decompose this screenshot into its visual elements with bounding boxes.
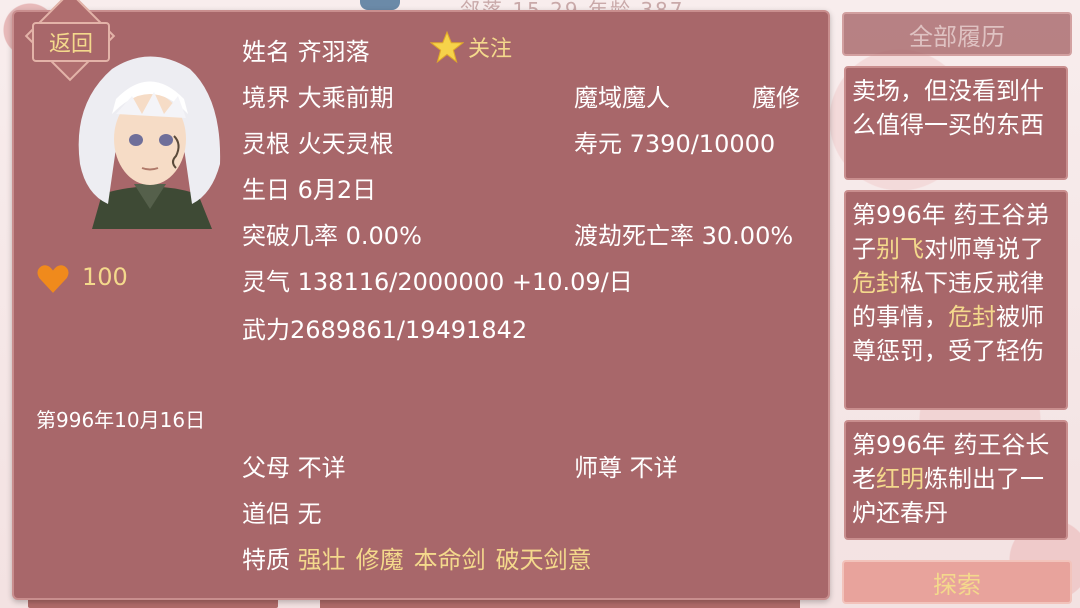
trait-item[interactable]: 修魔: [356, 546, 404, 574]
birthday-label: 生日: [242, 176, 290, 204]
birthday-value: 6月2日: [297, 176, 377, 204]
follow-label: 关注: [468, 37, 513, 62]
log-text: 对师尊说了: [924, 235, 1044, 263]
breakthrough-row: 突破几率 0.00%: [242, 216, 422, 251]
partner-label: 道侣: [242, 500, 290, 528]
qi-row: 灵气 138116/2000000 +10.09/日: [242, 262, 633, 297]
background-avatar: [360, 0, 400, 10]
current-date: 第996年10月16日: [36, 408, 206, 432]
root-value: 火天灵根: [297, 130, 394, 158]
log-entry: 第996年 药王谷长老红明炼制出了一炉还春丹: [844, 420, 1068, 540]
log-person-link[interactable]: 红明: [876, 465, 924, 493]
all-history-button[interactable]: 全部履历: [842, 12, 1072, 56]
back-button[interactable]: 返回: [32, 22, 110, 62]
log-person-link[interactable]: 别飞: [876, 235, 924, 263]
star-icon: [430, 30, 464, 64]
traits-row: 特质 强壮 修魔 本命剑 破天剑意: [242, 540, 602, 575]
log-person-link[interactable]: 危封: [948, 303, 996, 331]
path-value: 魔修: [752, 84, 800, 112]
realm-label: 境界: [242, 84, 290, 112]
root-row: 灵根 火天灵根: [242, 124, 394, 159]
power-row: 武力2689861/19491842: [242, 310, 527, 345]
character-portrait: [78, 56, 221, 229]
log-entry: 卖场，但没看到什么值得一买的东西: [844, 66, 1068, 180]
partner-row: 道侣 无: [242, 494, 322, 529]
favor-value: 100: [82, 263, 128, 291]
trait-item[interactable]: 本命剑: [414, 546, 486, 574]
follow-button[interactable]: 关注: [430, 30, 512, 64]
tribulation-row: 渡劫死亡率 30.00%: [574, 216, 793, 251]
master-row: 师尊 不详: [574, 448, 678, 483]
name-row: 姓名 齐羽落: [242, 32, 370, 67]
tribulation-label: 渡劫死亡率: [574, 222, 694, 250]
lifespan-value: 7390/10000: [629, 130, 776, 158]
lifespan-label: 寿元: [574, 130, 622, 158]
log-entry: 第996年 药王谷弟子别飞对师尊说了危封私下违反戒律的事情，危封被师尊惩罚，受了…: [844, 190, 1068, 410]
qi-value: 138116/2000000 +10.09/日: [297, 268, 633, 296]
realm-row: 境界 大乘前期: [242, 78, 394, 113]
power-value: 2689861/19491842: [290, 316, 528, 344]
master-value: 不详: [629, 454, 678, 482]
trait-item[interactable]: 强壮: [298, 546, 346, 574]
name-label: 姓名: [242, 38, 290, 66]
name-value: 齐羽落: [297, 38, 370, 66]
breakthrough-value: 0.00%: [345, 222, 422, 250]
character-panel: [12, 10, 830, 600]
master-label: 师尊: [574, 454, 622, 482]
breakthrough-label: 突破几率: [242, 222, 338, 250]
parents-label: 父母: [242, 454, 290, 482]
power-label: 武力: [242, 316, 290, 344]
root-label: 灵根: [242, 130, 290, 158]
heart-icon: [37, 265, 69, 293]
log-text: 卖场，但没看到什么值得一买的东西: [852, 77, 1044, 139]
explore-button[interactable]: 探索: [842, 560, 1072, 604]
traits-label: 特质: [242, 546, 290, 574]
parents-value: 不详: [297, 454, 346, 482]
parents-row: 父母 不详: [242, 448, 346, 483]
lifespan-row: 寿元 7390/10000: [574, 124, 775, 159]
trait-item[interactable]: 破天剑意: [496, 546, 592, 574]
origin-value: 魔域魔人: [574, 84, 670, 112]
realm-value: 大乘前期: [297, 84, 394, 112]
tribulation-value: 30.00%: [701, 222, 794, 250]
partner-value: 无: [297, 500, 322, 528]
birthday-row: 生日 6月2日: [242, 170, 376, 205]
qi-label: 灵气: [242, 268, 290, 296]
log-person-link[interactable]: 危封: [852, 269, 900, 297]
